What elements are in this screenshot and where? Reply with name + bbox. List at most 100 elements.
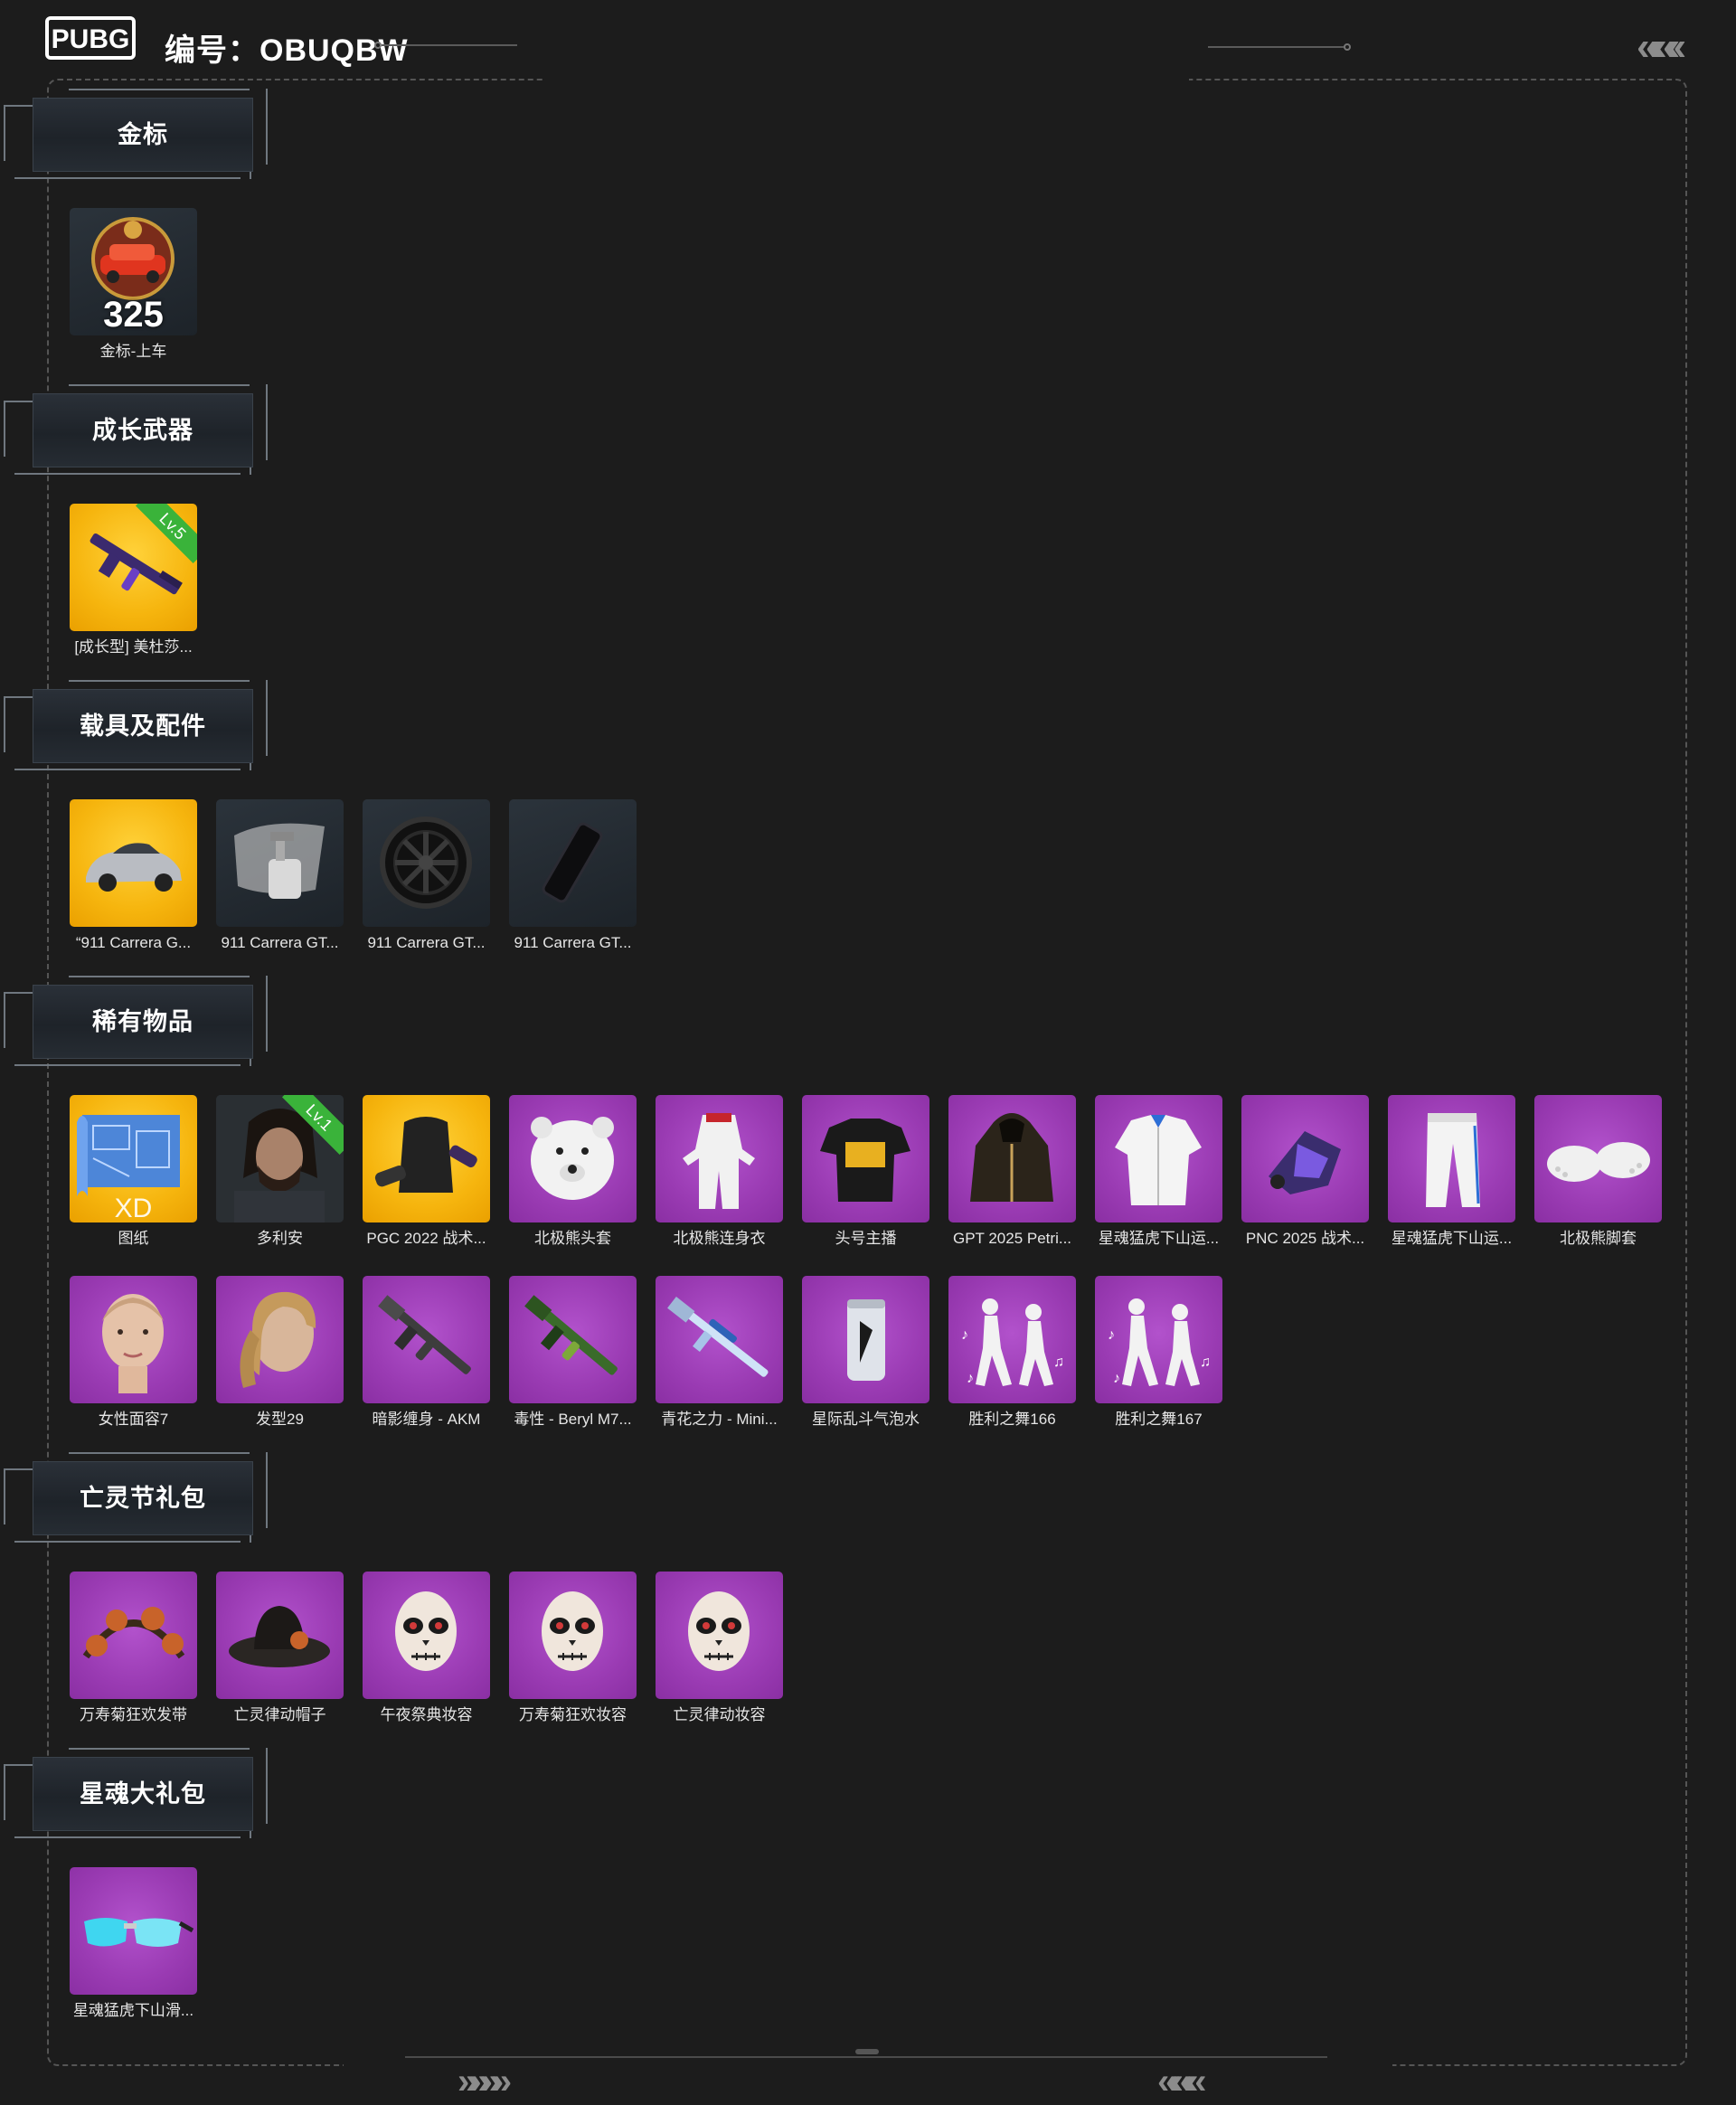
inventory-item[interactable]: 911 Carrera GT... — [509, 799, 637, 952]
inventory-item[interactable]: 北极熊连身衣 — [656, 1095, 783, 1248]
item-tile[interactable] — [363, 1095, 490, 1222]
item-label: 911 Carrera GT... — [514, 934, 632, 951]
section-header: 星魂大礼包 — [4, 1748, 275, 1845]
section-header: 亡灵节礼包 — [4, 1452, 275, 1550]
item-label: PNC 2025 战术... — [1245, 1230, 1365, 1247]
item-label: 胜利之舞167 — [1115, 1411, 1203, 1428]
inventory-item[interactable]: 星际乱斗气泡水 — [802, 1276, 929, 1429]
inventory-item[interactable]: 325 金标-上车 — [70, 208, 197, 361]
inventory-item[interactable]: Lv.1 多利安 — [216, 1095, 344, 1248]
item-label: 亡灵律动帽子 — [233, 1706, 326, 1723]
inventory-item[interactable]: 星魂猛虎下山运... — [1095, 1095, 1222, 1248]
item-label: “911 Carrera G... — [75, 934, 192, 951]
flower-headband-icon — [82, 1607, 185, 1659]
inventory-item[interactable]: Lv.5 [成长型] 美杜莎... — [70, 504, 197, 656]
scroll-indicator — [855, 2049, 879, 2054]
inventory-item[interactable]: 北极熊头套 — [509, 1095, 637, 1248]
inventory-item[interactable]: 青花之力 - Mini... — [656, 1276, 783, 1429]
backpack-icon — [374, 1117, 477, 1193]
inventory-item[interactable]: 暗影缠身 - AKM — [363, 1276, 490, 1429]
item-tile[interactable] — [70, 799, 197, 927]
item-label: 多利安 — [257, 1230, 303, 1247]
item-tile[interactable] — [948, 1095, 1076, 1222]
item-label: 星魂猛虎下山运... — [1391, 1230, 1513, 1247]
bracket — [69, 680, 250, 682]
inventory-item[interactable]: 头号主播 — [802, 1095, 929, 1248]
inventory-item[interactable]: 星魂猛虎下山滑... — [70, 1867, 197, 2020]
item-tile[interactable] — [70, 1867, 197, 1995]
item-tile[interactable] — [509, 799, 637, 927]
inventory-item[interactable]: 毒性 - Beryl M7... — [509, 1276, 637, 1429]
inventory-item[interactable]: 万寿菊狂欢发带 — [70, 1572, 197, 1724]
item-tile[interactable]: ♪ ♫ ♪ — [1095, 1276, 1222, 1403]
bracket — [69, 1452, 250, 1454]
account-code-label: 编号： — [165, 33, 259, 68]
item-tile[interactable] — [1095, 1095, 1222, 1222]
item-tile[interactable] — [70, 1276, 197, 1403]
section-title: 金标 — [118, 121, 168, 148]
item-tile[interactable] — [656, 1572, 783, 1699]
inventory-item[interactable]: 911 Carrera GT... — [216, 799, 344, 952]
item-label: 青花之力 - Mini... — [661, 1411, 778, 1428]
item-tile[interactable] — [802, 1276, 929, 1403]
bracket — [69, 89, 250, 90]
car-icon — [86, 843, 182, 892]
header-dot-left — [374, 42, 382, 49]
item-tile[interactable]: ♪ ♫ ♪ — [948, 1276, 1076, 1403]
item-tile[interactable] — [656, 1276, 783, 1403]
inventory-item[interactable]: ♪ ♫ ♪ 胜利之舞167 — [1095, 1276, 1222, 1429]
bracket — [14, 473, 241, 475]
item-tile[interactable]: XD — [70, 1095, 197, 1222]
item-tile[interactable] — [1241, 1095, 1369, 1222]
item-label: 万寿菊狂欢发带 — [80, 1706, 187, 1723]
item-tile[interactable]: Lv.5 — [70, 504, 197, 631]
item-tile[interactable]: 325 — [70, 208, 197, 335]
medal-number: 325 — [103, 295, 164, 335]
item-tile[interactable] — [216, 1572, 344, 1699]
item-tile[interactable] — [363, 1276, 490, 1403]
item-label: 金标-上车 — [99, 343, 167, 360]
item-tile[interactable] — [509, 1572, 637, 1699]
item-tile[interactable] — [363, 799, 490, 927]
item-label: 发型29 — [256, 1411, 304, 1428]
wheel-icon — [380, 817, 472, 909]
item-tile[interactable] — [70, 1572, 197, 1699]
inventory-item[interactable]: 亡灵律动妆容 — [656, 1572, 783, 1724]
inventory-item[interactable]: XD 图纸 — [70, 1095, 197, 1248]
section-header: 成长武器 — [4, 384, 275, 482]
item-tile[interactable] — [363, 1572, 490, 1699]
item-tile[interactable] — [1388, 1095, 1515, 1222]
inventory-item[interactable]: 911 Carrera GT... — [363, 799, 490, 952]
inventory-item[interactable]: PGC 2022 战术... — [363, 1095, 490, 1248]
inventory-item[interactable]: 发型29 — [216, 1276, 344, 1429]
item-tile[interactable] — [509, 1276, 637, 1403]
item-tile[interactable] — [1534, 1095, 1662, 1222]
inventory-item[interactable]: 亡灵律动帽子 — [216, 1572, 344, 1724]
section-title: 稀有物品 — [92, 1008, 193, 1035]
inventory-item[interactable]: 星魂猛虎下山运... — [1388, 1095, 1515, 1248]
jacket-icon — [1115, 1115, 1202, 1205]
spray-paint-icon — [234, 823, 325, 899]
inventory-item[interactable]: PNC 2025 战术... — [1241, 1095, 1369, 1248]
item-label: 毒性 - Beryl M7... — [514, 1411, 632, 1428]
item-tile[interactable]: Lv.1 — [216, 1095, 344, 1222]
item-tile[interactable] — [802, 1095, 929, 1222]
svg-text:♪: ♪ — [1108, 1327, 1115, 1343]
inventory-item[interactable]: 北极熊脚套 — [1534, 1095, 1662, 1248]
section-header: 载具及配件 — [4, 680, 275, 778]
item-tile[interactable] — [656, 1095, 783, 1222]
inventory-item[interactable]: “911 Carrera G... — [70, 799, 197, 952]
item-tile[interactable] — [216, 799, 344, 927]
header-line-left — [382, 44, 517, 46]
chevrons-left-icon: «‹«‹ ‹ — [1637, 24, 1686, 69]
inventory-item[interactable]: 万寿菊狂欢妆容 — [509, 1572, 637, 1724]
inventory-item[interactable]: 女性面容7 — [70, 1276, 197, 1429]
inventory-item[interactable]: GPT 2025 Petri... — [948, 1095, 1076, 1248]
inventory-item[interactable]: ♪ ♫ ♪ 胜利之舞166 — [948, 1276, 1076, 1429]
item-tile[interactable] — [509, 1095, 637, 1222]
item-label: 女性面容7 — [98, 1411, 169, 1428]
inventory-item[interactable]: 午夜祭典妆容 — [363, 1572, 490, 1724]
chevrons-right-icon: » »»» — [458, 2062, 512, 2101]
section-title: 星魂大礼包 — [80, 1780, 206, 1808]
item-tile[interactable] — [216, 1276, 344, 1403]
